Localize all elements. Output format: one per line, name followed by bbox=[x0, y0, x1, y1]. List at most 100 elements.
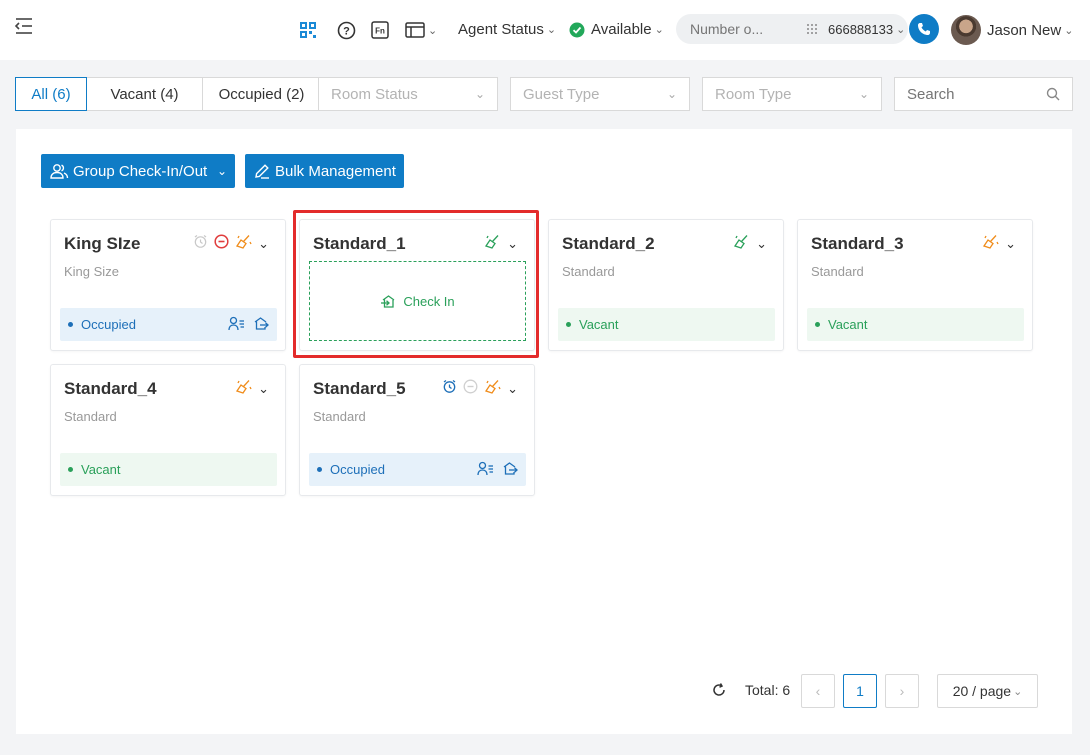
room-name: Standard_4 bbox=[64, 379, 157, 398]
dirty-room-icon[interactable] bbox=[235, 379, 252, 399]
menu-fold-icon[interactable] bbox=[14, 17, 34, 35]
room-type: King Size bbox=[64, 264, 119, 279]
guest-list-icon[interactable] bbox=[228, 316, 245, 334]
chevron-down-icon: ⌄ bbox=[1064, 24, 1074, 37]
status-dot bbox=[815, 322, 820, 327]
chevron-down-icon[interactable]: ⌄ bbox=[258, 381, 269, 397]
line-number-dropdown[interactable]: 666888133 ⌄ bbox=[828, 22, 905, 37]
dialpad-icon[interactable] bbox=[806, 23, 818, 35]
alarm-clock-icon[interactable] bbox=[193, 234, 208, 254]
room-type-select[interactable]: Room Type ⌄ bbox=[702, 77, 882, 111]
page-size-label: 20 / page bbox=[952, 683, 1012, 699]
status-dot bbox=[68, 467, 73, 472]
room-status-placeholder: Room Status bbox=[331, 85, 418, 103]
chevron-down-icon: ⌄ bbox=[216, 164, 227, 178]
agent-status-dropdown[interactable]: Agent Status ⌄ bbox=[458, 21, 556, 38]
guest-type-placeholder: Guest Type bbox=[523, 85, 600, 103]
check-in-icon bbox=[381, 294, 395, 308]
check-in-button[interactable]: Check In bbox=[309, 261, 526, 341]
refresh-icon[interactable] bbox=[711, 682, 727, 698]
room-type: Standard bbox=[313, 409, 366, 424]
group-checkin-button[interactable]: Group Check-In/Out ⌄ bbox=[41, 154, 235, 188]
tab-all[interactable]: All (6) bbox=[15, 77, 87, 111]
window-layout-dropdown[interactable]: ⌄ bbox=[405, 21, 437, 39]
dialer-bar: 666888133 ⌄ bbox=[676, 14, 908, 44]
chevron-down-icon: ⌄ bbox=[666, 87, 677, 101]
search-box[interactable] bbox=[894, 77, 1073, 111]
chevron-down-icon[interactable]: ⌄ bbox=[756, 236, 767, 252]
availability-label: Available bbox=[591, 21, 652, 38]
bulk-management-button[interactable]: Bulk Management bbox=[245, 154, 404, 188]
do-not-disturb-icon[interactable] bbox=[463, 379, 478, 399]
chevron-left-icon: ‹ bbox=[815, 683, 821, 699]
dirty-room-icon[interactable] bbox=[982, 234, 999, 254]
dirty-room-icon[interactable] bbox=[484, 379, 501, 399]
room-card-standard-1[interactable]: Standard_1 ⌄ Check In bbox=[299, 219, 535, 351]
chevron-down-icon[interactable]: ⌄ bbox=[258, 236, 269, 252]
status-bar: Vacant bbox=[60, 453, 277, 486]
chevron-down-icon: ⌄ bbox=[896, 23, 906, 36]
guest-type-select[interactable]: Guest Type ⌄ bbox=[510, 77, 690, 111]
group-users-icon bbox=[50, 164, 69, 179]
next-page-button[interactable]: › bbox=[885, 674, 919, 708]
room-card-standard-3[interactable]: Standard_3 ⌄ Standard Vacant bbox=[797, 219, 1033, 351]
prev-page-button[interactable]: ‹ bbox=[801, 674, 835, 708]
dirty-room-icon[interactable] bbox=[235, 234, 252, 254]
availability-dropdown[interactable]: Available ⌄ bbox=[569, 21, 664, 38]
help-icon[interactable]: ? bbox=[337, 21, 356, 40]
chevron-down-icon[interactable]: ⌄ bbox=[507, 381, 518, 397]
do-not-disturb-icon[interactable] bbox=[214, 234, 229, 254]
chevron-down-icon: ⌄ bbox=[546, 24, 557, 36]
call-button[interactable] bbox=[909, 14, 939, 44]
check-out-icon[interactable] bbox=[253, 316, 269, 334]
chevron-down-icon: ⌄ bbox=[428, 24, 438, 37]
user-menu[interactable]: Jason New ⌄ bbox=[951, 15, 1073, 45]
chevron-down-icon[interactable]: ⌄ bbox=[1005, 236, 1016, 252]
group-checkin-label: Group Check-In/Out bbox=[73, 162, 208, 180]
phone-icon bbox=[918, 23, 930, 35]
tab-occupied[interactable]: Occupied (2) bbox=[203, 77, 321, 111]
room-type-placeholder: Room Type bbox=[715, 85, 792, 103]
room-card-standard-2[interactable]: Standard_2 ⌄ Standard Vacant bbox=[548, 219, 784, 351]
room-card-king-size[interactable]: King SIze ⌄ King Size Occupied bbox=[50, 219, 286, 351]
user-name: Jason New bbox=[987, 21, 1062, 39]
chevron-down-icon: ⌄ bbox=[474, 87, 485, 101]
page-size-select[interactable]: 20 / page ⌄ bbox=[937, 674, 1038, 708]
function-key-icon[interactable]: Fn bbox=[371, 21, 389, 39]
phone-number-input[interactable] bbox=[690, 21, 800, 37]
search-input[interactable] bbox=[907, 85, 1037, 103]
top-bar: ? Fn ⌄ Agent Status ⌄ Available ⌄ 666888… bbox=[0, 0, 1090, 60]
window-icon bbox=[405, 22, 425, 38]
room-name: Standard_2 bbox=[562, 234, 655, 253]
chevron-down-icon: ⌄ bbox=[1013, 685, 1023, 698]
qr-code-icon[interactable] bbox=[299, 21, 317, 39]
check-circle-icon bbox=[569, 22, 585, 37]
guest-list-icon[interactable] bbox=[477, 461, 494, 479]
status-label: Vacant bbox=[579, 317, 619, 332]
room-type: Standard bbox=[811, 264, 864, 279]
svg-text:?: ? bbox=[343, 26, 350, 38]
clean-room-icon[interactable] bbox=[733, 234, 750, 254]
check-out-icon[interactable] bbox=[502, 461, 518, 479]
room-name: Standard_5 bbox=[313, 379, 406, 398]
line-number: 666888133 bbox=[828, 21, 894, 37]
chevron-down-icon: ⌄ bbox=[858, 87, 869, 101]
total-count: Total: 6 bbox=[745, 682, 791, 698]
search-icon[interactable] bbox=[1046, 87, 1060, 101]
room-card-standard-4[interactable]: Standard_4 ⌄ Standard Vacant bbox=[50, 364, 286, 496]
alarm-clock-icon[interactable] bbox=[442, 379, 457, 399]
tab-vacant[interactable]: Vacant (4) bbox=[87, 77, 203, 111]
status-dot bbox=[68, 322, 73, 327]
chevron-down-icon[interactable]: ⌄ bbox=[507, 236, 518, 252]
bulk-management-label: Bulk Management bbox=[275, 162, 396, 180]
page-button[interactable]: 1 bbox=[843, 674, 877, 708]
room-name: Standard_1 bbox=[313, 234, 406, 253]
room-type: Standard bbox=[64, 409, 117, 424]
room-card-standard-5[interactable]: Standard_5 ⌄ Standard Occupied bbox=[299, 364, 535, 496]
edit-icon bbox=[255, 164, 269, 179]
status-bar: Occupied bbox=[309, 453, 526, 486]
clean-room-icon[interactable] bbox=[484, 234, 501, 254]
room-name: Standard_3 bbox=[811, 234, 904, 253]
room-status-select[interactable]: Room Status ⌄ bbox=[318, 77, 498, 111]
agent-status-label: Agent Status bbox=[458, 21, 544, 38]
